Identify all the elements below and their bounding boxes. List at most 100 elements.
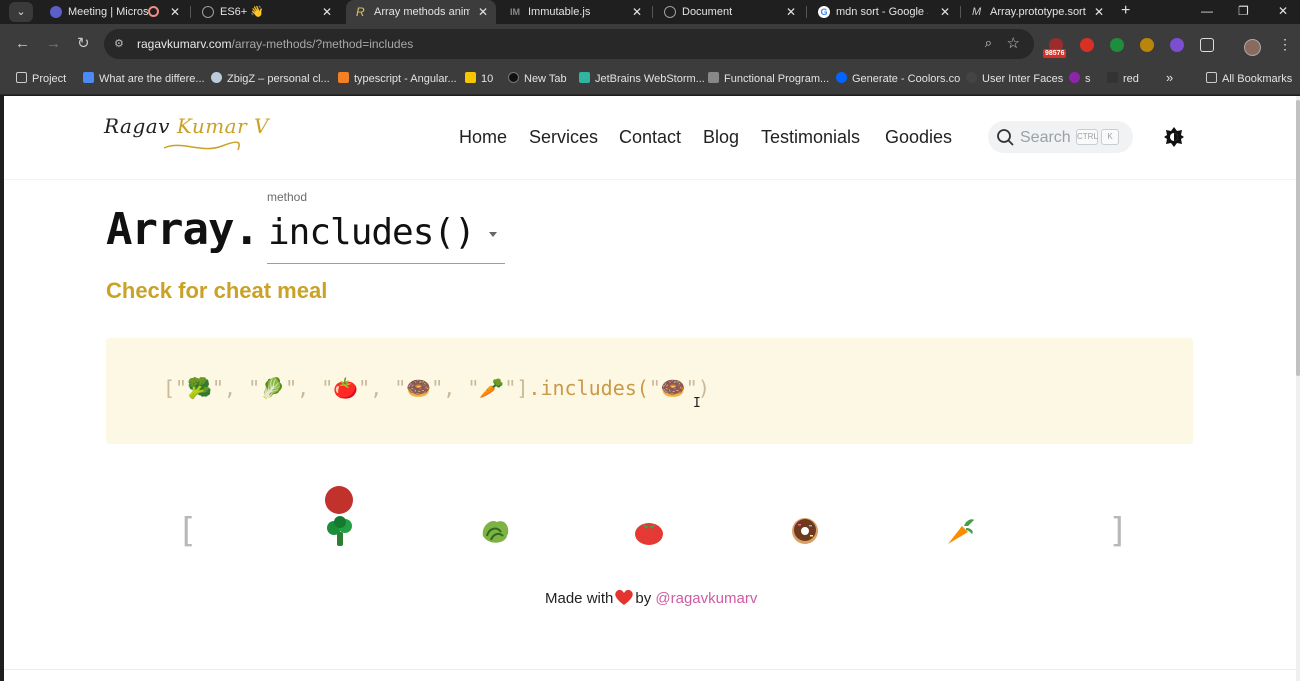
browser-tab-5[interactable]: Document ✕	[654, 0, 804, 24]
cookie-icon[interactable]	[1140, 38, 1154, 52]
method-subtitle: Check for cheat meal	[106, 278, 328, 303]
logo-text-accent: Kumar V	[176, 114, 269, 138]
browser-tab-4[interactable]: IM Immutable.js ✕	[500, 0, 650, 24]
nav-contact[interactable]: Contact	[619, 127, 681, 148]
author-link[interactable]: @ragavkumarv	[655, 590, 757, 607]
tab-title: Document	[682, 6, 733, 18]
browser-tab-3-active[interactable]: R Array methods anim ✕	[346, 0, 496, 24]
bookmark-item[interactable]: Generate - Coolors.co	[836, 72, 960, 85]
red-icon	[1107, 72, 1118, 83]
code-item: 🥦	[187, 376, 212, 400]
close-icon[interactable]: ✕	[170, 0, 180, 24]
cloud-icon	[211, 72, 222, 83]
u-icon	[1069, 72, 1080, 83]
url-text[interactable]: ragavkumarv.com/array-methods/?method=in…	[137, 37, 413, 51]
scrollbar-thumb[interactable]	[1296, 100, 1300, 376]
stackoverflow-icon	[338, 72, 349, 83]
profile-avatar[interactable]	[1244, 39, 1261, 56]
bookmark-item[interactable]: New Tab	[508, 72, 567, 85]
code-punct: ["	[163, 376, 188, 400]
heart-icon	[615, 589, 634, 605]
person-icon	[83, 72, 94, 83]
bookmark-star-icon[interactable]: ☆	[1007, 34, 1020, 52]
nav-services[interactable]: Services	[529, 127, 598, 148]
footer-made-with: Made with	[545, 590, 614, 607]
search-button[interactable]: Search CTRL K	[988, 121, 1133, 153]
browser-tab-6[interactable]: G mdn sort - Google S ✕	[808, 0, 958, 24]
tab-search-button[interactable]: ⌄	[9, 2, 33, 22]
globe-icon	[202, 6, 214, 18]
theme-toggle-icon[interactable]	[1164, 127, 1184, 147]
bookmark-item[interactable]: red	[1107, 72, 1139, 85]
code-item: 🍅	[333, 376, 359, 400]
method-select[interactable]: includes()	[267, 208, 505, 264]
nav-testimonials[interactable]: Testimonials	[761, 127, 860, 148]
close-icon[interactable]: ✕	[478, 0, 488, 24]
bookmark-item[interactable]: What are the differe...	[83, 72, 205, 85]
close-icon[interactable]: ✕	[786, 0, 796, 24]
code-punct: ", "	[285, 376, 334, 400]
forward-button[interactable]: →	[46, 36, 61, 52]
tab-title: Array.prototype.sort	[990, 6, 1086, 18]
close-window-button[interactable]: ✕	[1278, 0, 1288, 22]
selected-method: includes()	[268, 212, 476, 253]
array-prefix: Array.	[106, 204, 260, 255]
all-bookmarks-button[interactable]: All Bookmarks	[1206, 72, 1292, 85]
close-icon[interactable]: ✕	[940, 0, 950, 24]
extension-icon[interactable]	[1080, 38, 1094, 52]
extension-icon[interactable]	[1170, 38, 1184, 52]
bookmark-item[interactable]: JetBrains WebStorm...	[579, 72, 705, 85]
zoom-icon[interactable]: ⌕	[985, 35, 992, 51]
tab-title: Immutable.js	[528, 6, 591, 18]
more-bookmarks-button[interactable]: »	[1166, 70, 1173, 85]
bookmark-label: Generate - Coolors.co	[852, 73, 961, 85]
new-tab-button[interactable]: +	[1121, 0, 1130, 22]
extension-icon[interactable]	[1110, 38, 1124, 52]
nav-home[interactable]: Home	[459, 127, 507, 148]
tab-title: ES6+ 👋	[220, 6, 264, 18]
nav-blog[interactable]: Blog	[703, 127, 739, 148]
browser-tab-2[interactable]: ES6+ 👋 ✕	[192, 0, 340, 24]
site-logo[interactable]: Ragav Kumar V	[104, 114, 269, 138]
browser-tab-7[interactable]: M Array.prototype.sort ✕	[962, 0, 1112, 24]
close-icon[interactable]: ✕	[1094, 0, 1104, 24]
puzzle-icon[interactable]	[1200, 38, 1214, 52]
code-method: .includes(	[528, 376, 649, 400]
logo-swash-icon	[163, 141, 240, 151]
tab-divider	[806, 6, 807, 18]
functional-icon	[708, 72, 719, 83]
reload-button[interactable]: ↻	[77, 36, 90, 52]
array-bracket-open: [	[177, 511, 198, 551]
broccoli-icon	[327, 516, 352, 546]
site-info-icon[interactable]: ⚙	[114, 37, 128, 51]
text-cursor-icon: I	[693, 396, 701, 411]
ragav-logo-icon: R	[356, 5, 365, 19]
array-bracket-close: ]	[1108, 511, 1129, 551]
code-punct: ", "	[212, 376, 261, 400]
close-icon[interactable]: ✕	[632, 0, 642, 24]
bookmark-project[interactable]: Project	[16, 72, 66, 85]
close-icon[interactable]: ✕	[322, 0, 332, 24]
browser-tab-1[interactable]: Meeting | Micros ✕	[40, 0, 188, 24]
browser-toolbar: ← → ↻ ⚙ ragavkumarv.com/array-methods/?m…	[0, 24, 1300, 64]
bookmark-item[interactable]: User Inter Faces	[966, 72, 1063, 85]
back-button[interactable]: ←	[15, 36, 30, 52]
bookmark-item[interactable]: ZbigZ – personal cl...	[211, 72, 330, 85]
code-punct: "	[648, 376, 661, 400]
kbd-ctrl: CTRL	[1076, 129, 1098, 145]
bookmark-item[interactable]: typescript - Angular...	[338, 72, 457, 85]
bookmark-item[interactable]: 10	[465, 72, 493, 85]
restore-button[interactable]: ❐	[1238, 0, 1249, 22]
bookmark-item[interactable]: s	[1069, 72, 1091, 85]
address-bar[interactable]: ⚙ ragavkumarv.com/array-methods/?method=…	[104, 29, 1034, 59]
coolors-icon	[836, 72, 847, 83]
donut-icon	[792, 518, 818, 544]
bookmark-label: typescript - Angular...	[354, 73, 457, 85]
folder-icon	[16, 72, 27, 83]
bookmark-item[interactable]: Functional Program...	[708, 72, 829, 85]
bookmark-label: All Bookmarks	[1222, 73, 1293, 85]
tomato-icon	[635, 523, 663, 545]
nav-goodies[interactable]: Goodies	[885, 127, 952, 148]
minimize-button[interactable]: —	[1201, 0, 1213, 22]
browser-menu-icon[interactable]: ⋮	[1278, 36, 1292, 53]
